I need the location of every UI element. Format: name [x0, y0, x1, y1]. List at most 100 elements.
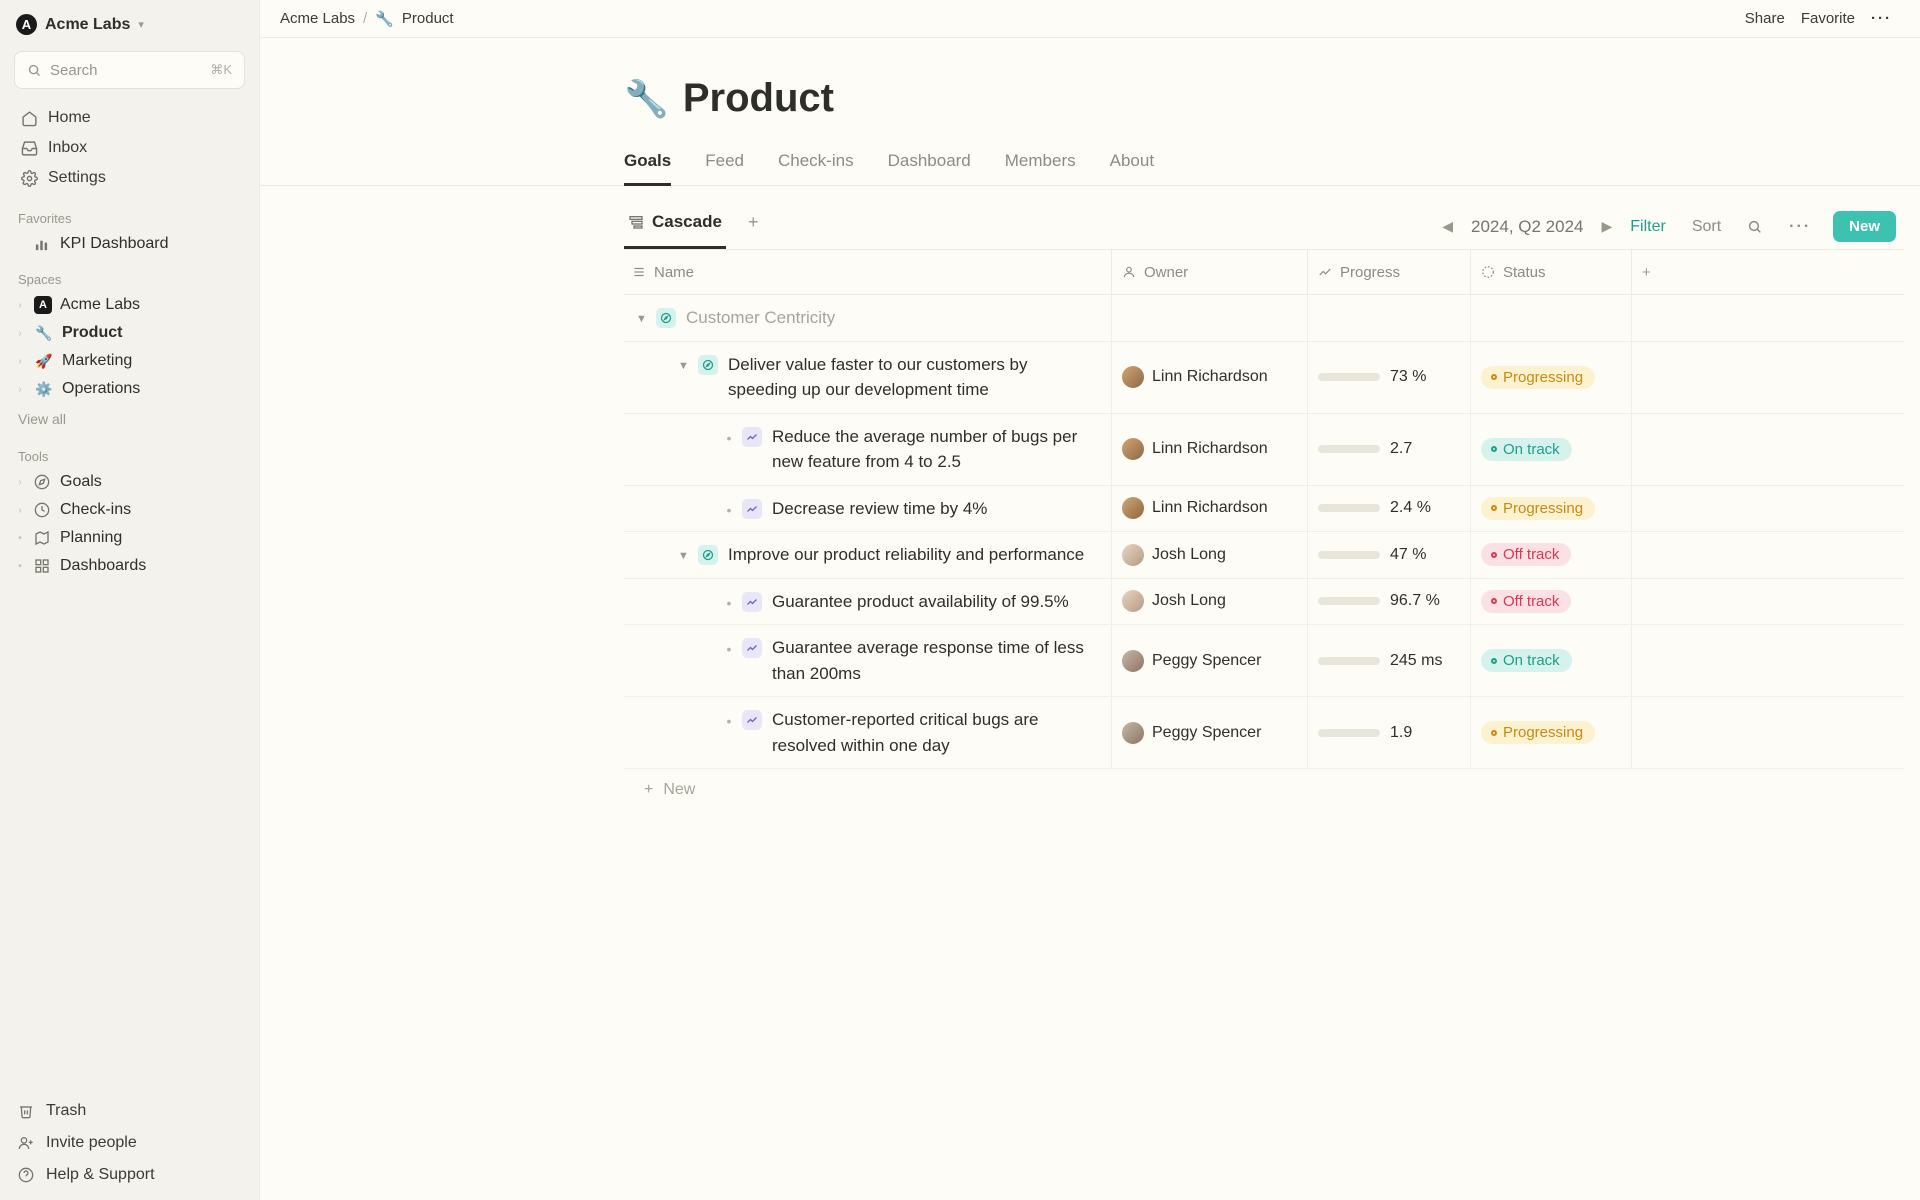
- emoji-icon: ⚙️: [34, 381, 54, 398]
- period-label[interactable]: 2024, Q2 2024: [1471, 217, 1583, 237]
- table-row[interactable]: ▼Customer Centricity: [624, 295, 1904, 342]
- grid-icon: [34, 558, 52, 574]
- tab-about[interactable]: About: [1110, 145, 1154, 185]
- view-cascade[interactable]: Cascade: [624, 204, 726, 249]
- caret-down-icon[interactable]: ▼: [636, 305, 650, 328]
- table-row[interactable]: •Decrease review time by 4%Linn Richards…: [624, 486, 1904, 533]
- tab-check-ins[interactable]: Check-ins: [778, 145, 854, 185]
- table-more-icon[interactable]: ···: [1781, 214, 1819, 240]
- add-view-button[interactable]: +: [736, 206, 771, 247]
- page-icon[interactable]: 🔧: [624, 78, 669, 120]
- caret-down-icon[interactable]: ▼: [678, 542, 692, 565]
- tab-feed[interactable]: Feed: [705, 145, 744, 185]
- tool-label: Check-ins: [60, 501, 131, 519]
- compass-icon: [698, 355, 718, 375]
- search-table-icon[interactable]: [1739, 215, 1771, 239]
- bullet-icon: •: [722, 589, 736, 614]
- breadcrumb-leaf[interactable]: Product: [402, 10, 454, 27]
- avatar: [1122, 438, 1144, 460]
- status-badge[interactable]: Off track: [1481, 543, 1571, 566]
- progress-bar: [1318, 504, 1380, 512]
- bullet-icon: •: [722, 496, 736, 521]
- new-button[interactable]: New: [1833, 211, 1896, 242]
- table-row[interactable]: •Guarantee product availability of 99.5%…: [624, 579, 1904, 626]
- column-name[interactable]: Name: [624, 250, 1112, 294]
- breadcrumb: Acme Labs / 🔧 Product: [280, 10, 454, 28]
- page-title: 🔧 Product: [624, 76, 1860, 121]
- space-item-product[interactable]: ›🔧Product: [8, 319, 251, 347]
- nav-label: Inbox: [48, 139, 87, 157]
- status-dot-icon: [1491, 552, 1497, 558]
- status-dot-icon: [1491, 446, 1497, 452]
- share-button[interactable]: Share: [1737, 6, 1793, 31]
- table-row[interactable]: •Guarantee average response time of less…: [624, 625, 1904, 697]
- tool-item-goals[interactable]: ›Goals: [8, 468, 251, 496]
- tool-item-planning[interactable]: •Planning: [8, 524, 251, 552]
- nav-settings[interactable]: Settings: [10, 163, 249, 193]
- period-nav: ◀ 2024, Q2 2024 ▶: [1442, 217, 1612, 237]
- favorite-item-kpi[interactable]: KPI Dashboard: [8, 230, 251, 258]
- status-badge[interactable]: On track: [1481, 649, 1572, 672]
- sort-button[interactable]: Sort: [1684, 214, 1729, 240]
- column-owner[interactable]: Owner: [1112, 250, 1308, 294]
- status-badge[interactable]: Progressing: [1481, 497, 1595, 520]
- tab-dashboard[interactable]: Dashboard: [888, 145, 971, 185]
- space-item-operations[interactable]: ›⚙️Operations: [8, 375, 251, 403]
- tool-item-dashboards[interactable]: •Dashboards: [8, 552, 251, 580]
- table-row[interactable]: •Reduce the average number of bugs per n…: [624, 414, 1904, 486]
- period-next[interactable]: ▶: [1601, 218, 1612, 235]
- row-title: Improve our product reliability and perf…: [728, 542, 1101, 568]
- space-item-acme-labs[interactable]: ›AAcme Labs: [8, 291, 251, 319]
- status-badge[interactable]: Progressing: [1481, 366, 1595, 389]
- space-label: Marketing: [62, 352, 132, 370]
- home-icon: [20, 110, 38, 127]
- workspace-logo: A: [16, 14, 37, 35]
- progress-bar: [1318, 597, 1380, 605]
- nav-help[interactable]: Help & Support: [0, 1159, 259, 1200]
- caret-down-icon[interactable]: ▼: [678, 352, 692, 375]
- breadcrumb-root[interactable]: Acme Labs: [280, 10, 355, 27]
- chart-icon: [742, 592, 762, 612]
- expand-icon[interactable]: ›: [14, 384, 26, 395]
- view-all-spaces[interactable]: View all: [0, 403, 259, 435]
- column-status[interactable]: Status: [1471, 250, 1632, 294]
- search-input[interactable]: Search ⌘K: [14, 51, 245, 89]
- favorite-button[interactable]: Favorite: [1793, 6, 1863, 31]
- expand-icon[interactable]: ›: [14, 300, 26, 311]
- tool-item-check-ins[interactable]: › Check-ins: [8, 496, 251, 524]
- add-column[interactable]: +: [1632, 264, 1904, 281]
- row-title: Reduce the average number of bugs per ne…: [772, 424, 1101, 475]
- tab-goals[interactable]: Goals: [624, 145, 671, 186]
- more-icon[interactable]: ···: [1863, 6, 1900, 31]
- expand-icon[interactable]: ›: [14, 505, 26, 516]
- table-row[interactable]: •Customer-reported critical bugs are res…: [624, 697, 1904, 769]
- nav-home[interactable]: Home: [10, 103, 249, 133]
- status-badge[interactable]: Progressing: [1481, 721, 1595, 744]
- progress-bar: [1318, 373, 1380, 381]
- status-badge[interactable]: Off track: [1481, 590, 1571, 613]
- owner-name: Josh Long: [1152, 546, 1226, 564]
- new-row[interactable]: + New: [624, 769, 1904, 811]
- period-prev[interactable]: ◀: [1442, 218, 1453, 235]
- progress-bar: [1318, 729, 1380, 737]
- view-name: Cascade: [652, 212, 722, 232]
- expand-icon[interactable]: ›: [14, 477, 26, 488]
- nav-invite[interactable]: Invite people: [0, 1127, 259, 1159]
- filter-button[interactable]: Filter: [1622, 214, 1674, 240]
- tab-members[interactable]: Members: [1005, 145, 1076, 185]
- table-row[interactable]: ▼ Improve our product reliability and per…: [624, 532, 1904, 579]
- table-row[interactable]: ▼Deliver value faster to our customers b…: [624, 342, 1904, 414]
- chevron-down-icon: ▾: [138, 18, 144, 31]
- column-progress[interactable]: Progress: [1308, 250, 1471, 294]
- status-badge[interactable]: On track: [1481, 438, 1572, 461]
- progress-value: 2.7: [1390, 440, 1412, 458]
- space-item-marketing[interactable]: ›🚀Marketing: [8, 347, 251, 375]
- expand-icon[interactable]: ›: [14, 356, 26, 367]
- compass-icon: [698, 545, 718, 565]
- nav-inbox[interactable]: Inbox: [10, 133, 249, 163]
- search-icon: [27, 63, 42, 78]
- expand-icon[interactable]: ›: [14, 328, 26, 339]
- workspace-switcher[interactable]: A Acme Labs ▾: [0, 0, 259, 45]
- page-title-text[interactable]: Product: [683, 76, 834, 121]
- nav-trash[interactable]: Trash: [0, 1095, 259, 1127]
